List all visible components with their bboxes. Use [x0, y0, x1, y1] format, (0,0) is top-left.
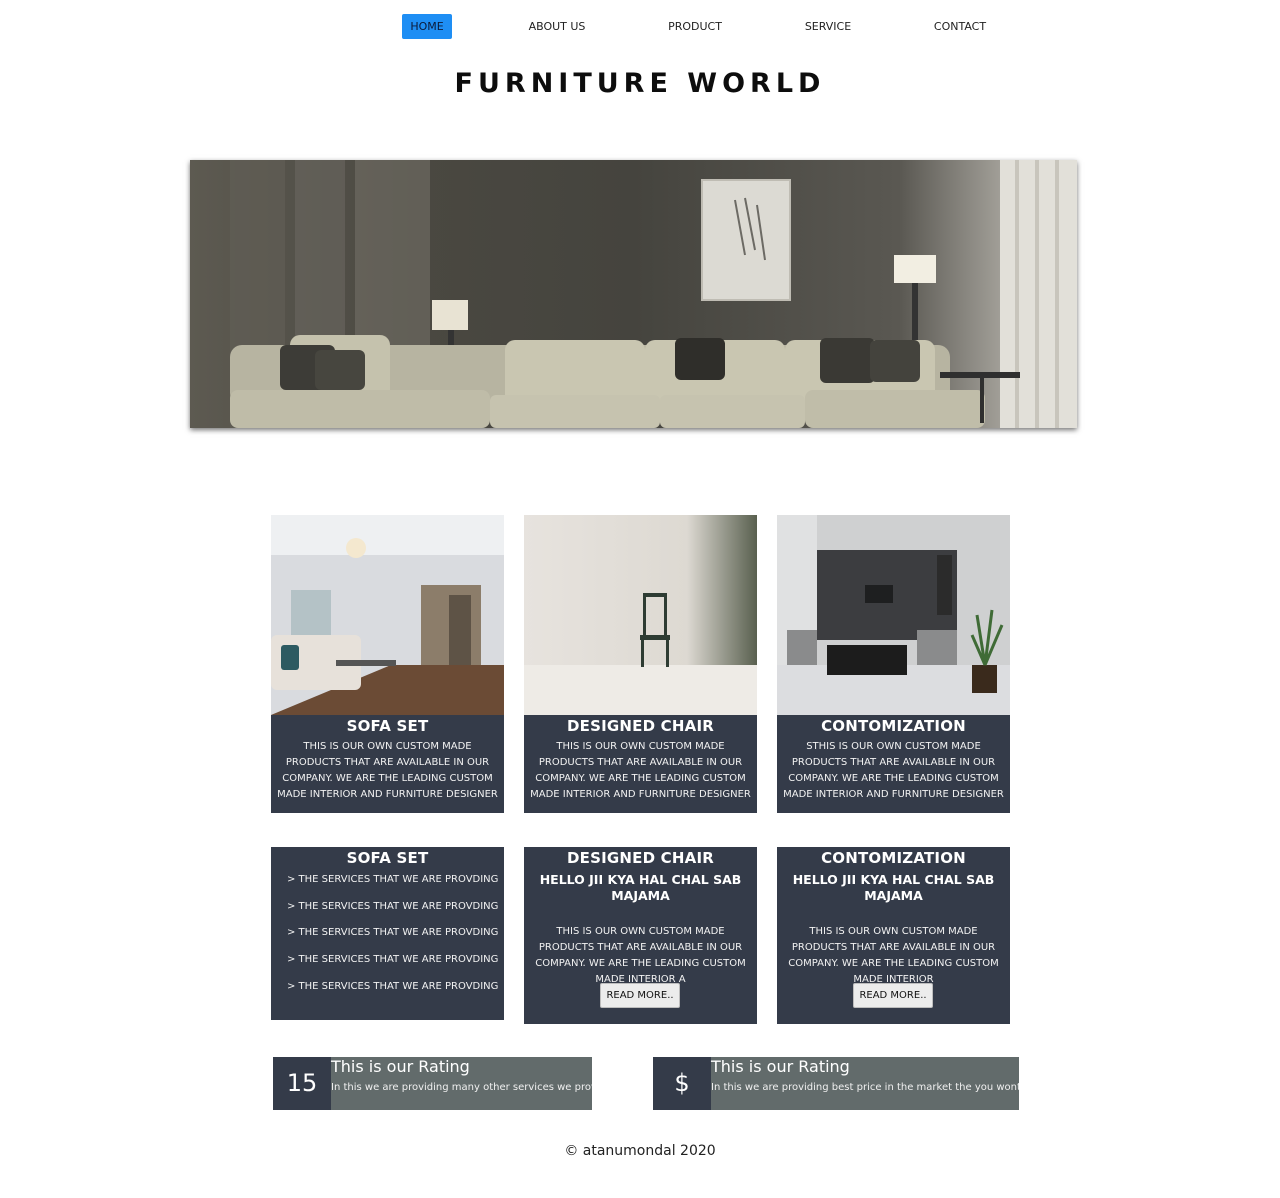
service-card-sofa: SOFA SET > THE SERVICES THAT WE ARE PROV…: [271, 847, 504, 1020]
rating-badge: 15: [273, 1057, 331, 1110]
service-list-item: > THE SERVICES THAT WE ARE PROVDING: [287, 874, 499, 885]
rating-badge: $: [653, 1057, 711, 1110]
modern-interior-image: [777, 515, 1010, 715]
nav-about-us[interactable]: ABOUT US: [522, 14, 592, 39]
product-card-sofa: SOFA SET THIS IS OUR OWN CUSTOM MADE PRO…: [271, 515, 504, 813]
nav-service[interactable]: SERVICE: [800, 14, 856, 39]
nav-home[interactable]: HOME: [402, 14, 452, 39]
service-list-item: > THE SERVICES THAT WE ARE PROVDING: [287, 954, 499, 966]
page-title: FURNITURE WORLD: [454, 68, 826, 99]
service-list-item: > THE SERVICES THAT WE ARE PROVDING: [287, 900, 499, 912]
rating-description: In this we are providing best price in t…: [711, 1082, 1019, 1093]
nav-product[interactable]: PRODUCT: [662, 14, 728, 39]
product-card-description: STHIS IS OUR OWN CUSTOM MADE PRODUCTS TH…: [783, 741, 1004, 800]
service-card-title: SOFA SET: [346, 849, 429, 867]
service-list-item: > THE SERVICES THAT WE ARE PROVDING: [287, 927, 499, 939]
service-card-subtitle: HELLO JII KYA HAL CHAL SAB MAJAMA: [792, 872, 995, 903]
footer-copyright: © atanumondal 2020: [564, 1143, 716, 1159]
rating-box-1: 15 This is our Rating In this we are pro…: [273, 1057, 592, 1110]
read-more-button[interactable]: READ MORE..: [600, 983, 680, 1008]
service-card-description: THIS IS OUR OWN CUSTOM MADE PRODUCTS THA…: [535, 926, 746, 985]
hero-illustration: [190, 160, 1077, 428]
nav-contact[interactable]: CONTACT: [928, 14, 992, 39]
product-card-title: CONTOMIZATION: [821, 717, 966, 735]
top-nav: HOME ABOUT US PRODUCT SERVICE CONTACT: [0, 14, 1280, 40]
product-card-description: THIS IS OUR OWN CUSTOM MADE PRODUCTS THA…: [530, 741, 751, 800]
product-card-title: SOFA SET: [346, 717, 429, 735]
rating-title: This is our Rating: [331, 1057, 470, 1076]
read-more-button[interactable]: READ MORE..: [853, 983, 933, 1008]
product-card-customization: CONTOMIZATION STHIS IS OUR OWN CUSTOM MA…: [777, 515, 1010, 813]
rating-title: This is our Rating: [711, 1057, 850, 1076]
service-list-item: > THE SERVICES THAT WE ARE PROVDING: [287, 980, 499, 992]
product-card-title: DESIGNED CHAIR: [567, 717, 714, 735]
rating-box-2: $ This is our Rating In this we are prov…: [653, 1057, 1019, 1110]
sofa-set-image: [271, 515, 504, 715]
designed-chair-image: [524, 515, 757, 715]
service-card-title: CONTOMIZATION: [821, 849, 966, 867]
service-card-chair: DESIGNED CHAIR HELLO JII KYA HAL CHAL SA…: [524, 847, 757, 1024]
product-card-chair: DESIGNED CHAIR THIS IS OUR OWN CUSTOM MA…: [524, 515, 757, 813]
service-list: > THE SERVICES THAT WE ARE PROVDING > TH…: [287, 873, 498, 1006]
service-card-customization: CONTOMIZATION HELLO JII KYA HAL CHAL SAB…: [777, 847, 1010, 1024]
hero-image: [190, 160, 1077, 428]
service-card-subtitle: HELLO JII KYA HAL CHAL SAB MAJAMA: [539, 872, 742, 903]
product-card-description: THIS IS OUR OWN CUSTOM MADE PRODUCTS THA…: [277, 741, 498, 800]
service-card-description: THIS IS OUR OWN CUSTOM MADE PRODUCTS THA…: [788, 926, 999, 985]
service-card-title: DESIGNED CHAIR: [567, 849, 714, 867]
rating-description: In this we are providing many other serv…: [331, 1082, 592, 1093]
